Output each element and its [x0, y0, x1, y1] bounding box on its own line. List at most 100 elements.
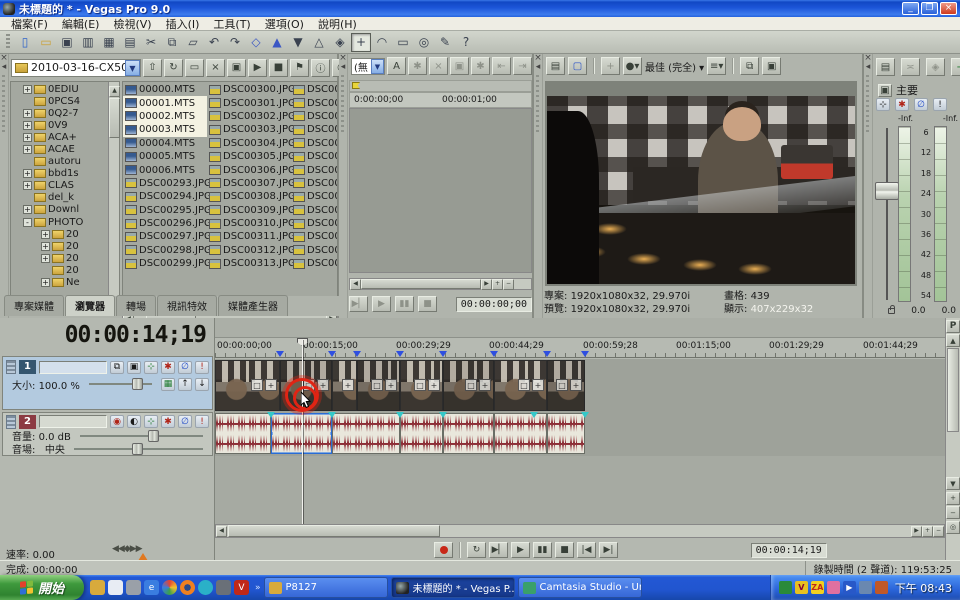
- render-as-icon[interactable]: ▥: [78, 33, 98, 52]
- file-item[interactable]: DSC003: [291, 150, 338, 163]
- automation-settings-icon[interactable]: ✱: [161, 415, 175, 428]
- file-item[interactable]: DSC00310.JPG: [207, 217, 291, 230]
- audio-event[interactable]: [547, 413, 585, 454]
- video-event[interactable]: □+: [494, 360, 547, 411]
- stop-button[interactable]: ■: [555, 542, 574, 558]
- event-marker-icon[interactable]: [543, 351, 551, 357]
- insert-bus-icon[interactable]: +: [951, 58, 960, 76]
- quicklaunch-chrome-icon[interactable]: [162, 580, 177, 595]
- dock-tab[interactable]: 視訊特效: [157, 295, 217, 316]
- timeline-ruler[interactable]: 00:00:00;0000:00:15;0000:00:29;2900:00:4…: [215, 338, 945, 358]
- new-project-icon[interactable]: ▯: [15, 33, 35, 52]
- audio-marker-icon[interactable]: [267, 412, 275, 418]
- new-folder-icon[interactable]: ▣: [227, 59, 246, 77]
- master-fader-track[interactable]: [886, 128, 888, 300]
- menu-item[interactable]: 插入(I): [159, 16, 207, 32]
- zoom-in-icon[interactable]: +: [492, 279, 503, 290]
- video-event[interactable]: □+: [547, 360, 585, 411]
- scroll-right-icon[interactable]: ▶: [911, 526, 922, 537]
- file-item[interactable]: 00003.MTS: [123, 123, 207, 136]
- split-screen-icon[interactable]: ●▾: [623, 57, 642, 75]
- minimize-button[interactable]: _: [902, 2, 919, 15]
- timeline-vscrollbar[interactable]: P ▲ ▼ + − ◎: [945, 318, 960, 560]
- level-slider-thumb[interactable]: [132, 378, 143, 390]
- solo-icon[interactable]: !: [195, 361, 209, 374]
- pin-panel-icon[interactable]: ◂: [339, 63, 347, 72]
- event-pan-crop-icon[interactable]: □: [465, 379, 477, 391]
- tree-expander-icon[interactable]: +: [23, 169, 32, 178]
- tree-expander-icon[interactable]: -: [23, 218, 32, 227]
- open-icon[interactable]: ▭: [36, 33, 56, 52]
- quicklaunch-firefox-icon[interactable]: [180, 580, 195, 595]
- menu-item[interactable]: 編輯(E): [55, 16, 107, 32]
- tray-misc-icon[interactable]: [875, 581, 888, 594]
- file-item[interactable]: DSC003: [291, 230, 338, 243]
- paste-icon[interactable]: ▱: [183, 33, 203, 52]
- go-to-start-button[interactable]: |◀: [577, 542, 596, 558]
- audio-event[interactable]: [332, 413, 400, 454]
- video-preview-area[interactable]: [545, 81, 857, 286]
- tray-network-icon[interactable]: [859, 581, 872, 594]
- scroll-left-icon[interactable]: ◀: [216, 526, 227, 537]
- envelope-edit-tool-icon[interactable]: ◠: [372, 33, 392, 52]
- pause-button[interactable]: ▮▮: [533, 542, 552, 558]
- automation-settings-icon[interactable]: ✱: [161, 361, 175, 374]
- loop-playback-button[interactable]: ↻: [467, 542, 486, 558]
- event-fx-icon[interactable]: +: [479, 379, 491, 391]
- panel-grip[interactable]: [341, 75, 344, 135]
- toolbar-grip[interactable]: [6, 34, 10, 50]
- event-marker-icon[interactable]: [328, 351, 336, 357]
- address-combo[interactable]: 2010-03-16-CX500V ▼: [11, 59, 141, 77]
- quicklaunch-vegas-icon[interactable]: V: [234, 580, 249, 595]
- event-fx-icon[interactable]: +: [532, 379, 544, 391]
- taskbar-task-button[interactable]: 未標題的 * - Vegas P...: [391, 577, 515, 598]
- dock-tab[interactable]: 轉場: [116, 295, 156, 316]
- zoom-in-track-icon[interactable]: +: [946, 492, 960, 505]
- event-pan-crop-icon[interactable]: □: [371, 379, 383, 391]
- track-fx-icon[interactable]: ⊹: [144, 361, 158, 374]
- auto-ripple-icon[interactable]: ▼: [288, 33, 308, 52]
- quicklaunch-folder-icon[interactable]: [90, 580, 105, 595]
- pencil-tool-icon[interactable]: ✎: [435, 33, 455, 52]
- tree-expander-icon[interactable]: +: [23, 133, 32, 142]
- file-item[interactable]: DSC00309.JPG: [207, 204, 291, 217]
- audio-event[interactable]: [494, 413, 547, 454]
- downmix-output-icon[interactable]: ≍: [901, 58, 920, 76]
- external-monitor-icon[interactable]: ▢: [568, 57, 587, 75]
- scroll-down-icon[interactable]: ▼: [946, 477, 960, 490]
- tree-scrollbar[interactable]: ▲ ▼: [108, 82, 119, 308]
- save-frame-icon[interactable]: ▣: [762, 57, 781, 75]
- file-item[interactable]: DSC00298.JPG: [123, 244, 207, 257]
- tree-item[interactable]: 20: [11, 264, 119, 276]
- tree-item[interactable]: + ACA+: [11, 131, 119, 143]
- level-slider[interactable]: [89, 383, 152, 385]
- file-item[interactable]: DSC00308.JPG: [207, 190, 291, 203]
- tree-expander-icon[interactable]: +: [41, 254, 50, 263]
- tree-expander-icon[interactable]: +: [23, 145, 32, 154]
- scroll-up-icon[interactable]: ▲: [109, 86, 120, 97]
- playhead-line[interactable]: [302, 340, 303, 524]
- event-fx-icon[interactable]: +: [428, 379, 440, 391]
- maximize-button[interactable]: ❐: [921, 2, 938, 15]
- file-item[interactable]: DSC00299.JPG: [123, 257, 207, 270]
- zoom-out-icon[interactable]: −: [503, 279, 514, 290]
- trimmer-scrollbar[interactable]: ◀ ▶ + −: [349, 278, 532, 290]
- quicklaunch-document-icon[interactable]: [108, 580, 123, 595]
- copy-icon[interactable]: ⧉: [162, 33, 182, 52]
- event-fx-icon[interactable]: +: [342, 379, 354, 391]
- tray-zonealarm-icon[interactable]: ZA: [811, 581, 824, 594]
- overlay-icon[interactable]: +: [601, 57, 620, 75]
- zoom-edit-tool-icon[interactable]: ◎: [414, 33, 434, 52]
- zoom-out-time-icon[interactable]: −: [933, 526, 944, 537]
- taskbar-task-button[interactable]: P8127: [264, 577, 388, 598]
- video-event[interactable]: □+: [400, 360, 443, 411]
- audio-marker-icon[interactable]: [581, 412, 589, 418]
- mute-icon[interactable]: ∅: [914, 98, 928, 111]
- enable-snapping-icon[interactable]: ◇: [246, 33, 266, 52]
- cut-icon[interactable]: ✂: [141, 33, 161, 52]
- file-item[interactable]: DSC003: [291, 257, 338, 270]
- tree-item[interactable]: + Downl: [11, 204, 119, 216]
- volume-slider[interactable]: [80, 435, 203, 437]
- tree-item[interactable]: + ACAE: [11, 143, 119, 155]
- lock-fader-icon[interactable]: [888, 308, 895, 314]
